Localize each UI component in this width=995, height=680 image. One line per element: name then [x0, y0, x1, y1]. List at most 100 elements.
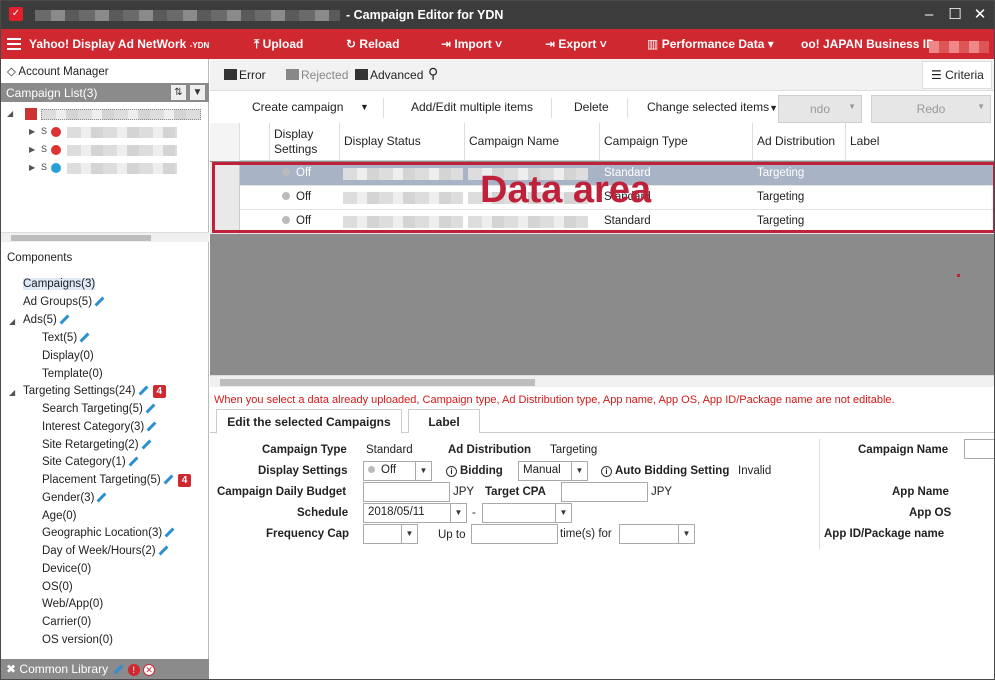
collapse-icon[interactable]: ▶	[29, 145, 35, 154]
export-menu[interactable]: ⇥ Export ˅	[545, 37, 607, 51]
collapse-icon[interactable]: ◢	[9, 317, 15, 326]
component-item[interactable]: Carrier(0)	[42, 616, 91, 628]
tree-item-campaign[interactable]: ▶ S	[29, 126, 179, 140]
redo-button[interactable]: Redo ▼	[871, 95, 991, 123]
criteria-button[interactable]: ☰ Criteria	[922, 61, 992, 89]
schedule-end-select[interactable]	[482, 503, 572, 523]
maximize-icon[interactable]: ☐	[945, 5, 965, 25]
component-item[interactable]: OS version(0)	[42, 634, 113, 646]
close-icon[interactable]: ✕	[970, 5, 990, 25]
scrollbar-thumb[interactable]	[11, 235, 151, 241]
info-icon[interactable]: i	[446, 466, 457, 477]
sort-icon[interactable]: ⇅	[170, 84, 187, 101]
tree-horizontal-scrollbar[interactable]	[1, 232, 209, 242]
tree-item-campaign[interactable]: ▶ S	[29, 144, 179, 158]
component-item[interactable]: Display(0)	[42, 350, 94, 362]
info-icon[interactable]: i	[601, 466, 612, 477]
component-label: Geographic Location(3)	[42, 527, 163, 539]
component-item[interactable]: Placement Targeting(5) 4	[42, 474, 192, 487]
filter-icon[interactable]: ▼	[189, 84, 206, 101]
component-item[interactable]: OS(0)	[42, 581, 73, 593]
pencil-icon	[163, 475, 174, 485]
pencil-icon	[145, 404, 156, 414]
component-item[interactable]: Template(0)	[42, 368, 103, 380]
collapse-icon[interactable]: ▶	[29, 163, 35, 172]
component-item[interactable]: Interest Category(3)	[42, 421, 157, 433]
tools-icon: ✖	[6, 662, 17, 676]
component-item[interactable]: Search Targeting(5)	[42, 403, 156, 415]
search-icon[interactable]: ⚲	[428, 65, 438, 82]
campaign-name-input[interactable]	[964, 439, 994, 459]
bidding-select[interactable]: Manual	[518, 461, 588, 481]
error-count-badge: 4	[152, 385, 167, 398]
scrollbar-thumb[interactable]	[220, 379, 535, 386]
component-item[interactable]: Ads(5)	[23, 314, 70, 326]
common-library-bar[interactable]: ✖ Common Library ! ✕	[1, 659, 209, 679]
column-header-ad-distribution[interactable]: Ad Distribution	[753, 123, 846, 161]
daily-budget-input[interactable]	[363, 482, 450, 502]
tree-item-campaign[interactable]: ▶ S	[29, 162, 179, 176]
undo-button[interactable]: ndo ▼	[778, 95, 862, 123]
pencil-icon	[94, 297, 105, 307]
reload-button[interactable]: ↻ Reload	[346, 37, 399, 51]
grid-horizontal-scrollbar[interactable]	[210, 375, 994, 387]
chevron-down-icon[interactable]: ▼	[360, 102, 369, 112]
component-label: Targeting Settings(24)	[23, 385, 136, 397]
import-menu[interactable]: ⇥ Import ˅	[441, 37, 502, 51]
component-item[interactable]: Ad Groups(5)	[23, 296, 105, 308]
column-header-campaign-name[interactable]: Campaign Name	[465, 123, 600, 161]
advanced-filter-icon	[355, 69, 368, 80]
component-item[interactable]: Device(0)	[42, 563, 91, 575]
component-item[interactable]: Day of Week/Hours(2)	[42, 545, 169, 557]
frequency-period-select[interactable]	[619, 524, 695, 544]
component-item[interactable]: Web/App(0)	[42, 598, 103, 610]
campaign-list-title: Campaign List(3)	[6, 86, 98, 100]
component-item[interactable]: Targeting Settings(24) 4	[23, 385, 167, 398]
rejected-filter-button[interactable]: Rejected	[286, 68, 348, 82]
component-item[interactable]: Text(5)	[42, 332, 90, 344]
account-manager-link[interactable]: ◇ Account Manager	[7, 64, 109, 78]
component-item[interactable]: Gender(3)	[42, 492, 107, 504]
error-filter-button[interactable]: Error	[224, 68, 266, 82]
hamburger-menu-icon[interactable]	[7, 38, 21, 50]
target-cpa-input[interactable]	[561, 482, 648, 502]
performance-data-menu[interactable]: ▥ Performance Data ▾	[647, 37, 774, 51]
component-item[interactable]: Age(0)	[42, 510, 77, 522]
expand-icon[interactable]: ◢	[7, 109, 13, 118]
rejected-filter-icon	[286, 69, 299, 80]
campaign-list-header: Campaign List(3) ⇅ ▼	[1, 83, 209, 102]
component-item[interactable]: Site Retargeting(2)	[42, 439, 152, 451]
add-edit-multiple-button[interactable]: Add/Edit multiple items	[411, 100, 533, 114]
frequency-count-input[interactable]	[471, 524, 558, 544]
row-header-corner	[210, 123, 240, 161]
target-cpa-label: Target CPA	[485, 486, 546, 498]
display-settings-select[interactable]: Off	[363, 461, 432, 481]
collapse-icon[interactable]: ◢	[9, 388, 15, 397]
column-header-display-status[interactable]: Display Status	[340, 123, 465, 161]
advanced-filter-button[interactable]: Advanced	[355, 68, 423, 82]
column-header-label[interactable]: Label	[846, 123, 994, 161]
upload-label: Upload	[262, 37, 304, 51]
component-item[interactable]: Geographic Location(3)	[42, 527, 175, 539]
create-campaign-button[interactable]: Create campaign	[252, 100, 343, 114]
delete-button[interactable]: Delete	[574, 100, 609, 114]
pencil-icon	[114, 664, 124, 675]
title-bar: ✓ - Campaign Editor for YDN – ☐ ✕	[1, 1, 994, 29]
column-header-campaign-type[interactable]: Campaign Type	[600, 123, 753, 161]
tree-root[interactable]: ◢	[7, 108, 203, 122]
upload-button[interactable]: ⤒ Upload	[254, 37, 303, 52]
schedule-start-select[interactable]: 2018/05/11	[363, 503, 467, 523]
campaign-type-value: Standard	[366, 444, 413, 456]
frequency-cap-select[interactable]	[363, 524, 418, 544]
change-selected-items-button[interactable]: Change selected items▼	[647, 100, 778, 114]
component-label: Web/App(0)	[42, 598, 104, 610]
status-icon: S	[41, 144, 48, 154]
tab-label[interactable]: Label	[408, 409, 480, 433]
tab-edit-selected-campaigns[interactable]: Edit the selected Campaigns	[216, 409, 402, 434]
collapse-icon[interactable]: ▶	[29, 127, 35, 136]
minimize-icon[interactable]: –	[919, 5, 939, 25]
campaign-name-label: Campaign Name	[858, 444, 949, 456]
component-item[interactable]: Site Category(1)	[42, 456, 139, 468]
component-item[interactable]: Campaigns(3)	[23, 278, 96, 290]
column-header-display-settings[interactable]: Display Settings	[270, 123, 340, 161]
